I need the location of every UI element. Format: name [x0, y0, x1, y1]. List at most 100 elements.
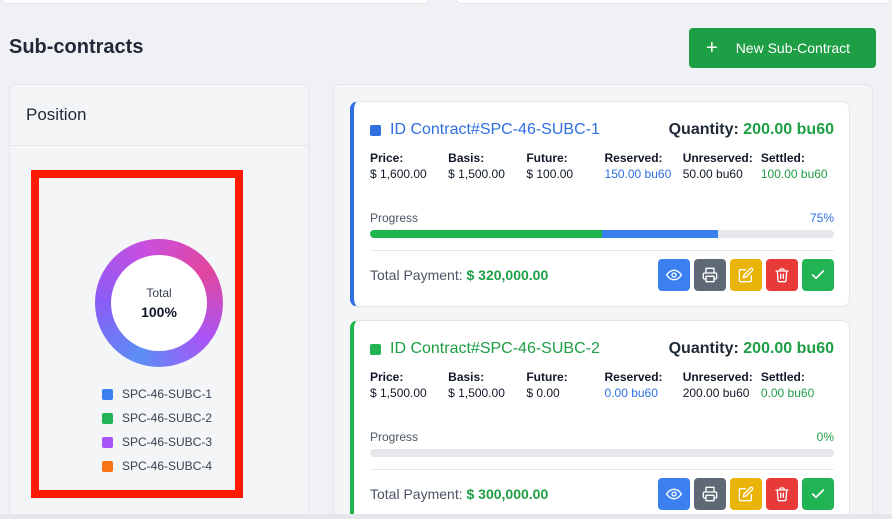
- field-label: Reserved:: [604, 370, 663, 384]
- approve-button[interactable]: [802, 259, 834, 291]
- progress-header: Progress 0%: [370, 430, 834, 444]
- check-icon: [811, 489, 825, 499]
- quantity-label: Quantity:: [668, 340, 739, 357]
- legend-label: SPC-46-SUBC-2: [122, 411, 213, 425]
- top-card-left: [0, 0, 430, 4]
- printer-icon: [702, 486, 718, 502]
- divider: [370, 250, 834, 251]
- field-unreserved: Unreserved: 50.00 bu60: [683, 150, 761, 182]
- field-reserved: Reserved: 0.00 bu60: [605, 369, 683, 401]
- field-value: 150.00 bu60: [604, 167, 672, 181]
- total-payment: Total Payment: $ 300,000.00: [370, 486, 548, 502]
- horizontal-scrollbar[interactable]: [0, 514, 892, 519]
- sub-contract-card: ID Contract#SPC-46-SUBC-1 Quantity: 200.…: [350, 101, 850, 307]
- print-button[interactable]: [694, 478, 726, 510]
- legend-swatch: [102, 388, 113, 400]
- field-future: Future: $ 0.00: [526, 369, 604, 401]
- new-sub-contract-button[interactable]: + New Sub-Contract: [689, 28, 876, 68]
- field-reserved: Reserved: 150.00 bu60: [605, 150, 683, 182]
- quantity: Quantity: 200.00 bu60: [669, 121, 834, 139]
- progress-header: Progress 75%: [370, 211, 834, 225]
- delete-button[interactable]: [766, 259, 798, 291]
- field-label: Unreserved:: [682, 151, 753, 165]
- top-card-right: [455, 0, 892, 4]
- field-value: $ 1,500.00: [448, 167, 505, 181]
- field-basis: Basis: $ 1,500.00: [448, 369, 526, 401]
- progress-bar: [370, 449, 834, 457]
- card-actions: [658, 259, 834, 291]
- progress-settled: [370, 230, 602, 238]
- edit-button[interactable]: [730, 259, 762, 291]
- trash-icon: [775, 268, 789, 283]
- progress-label: Progress: [370, 430, 419, 444]
- contract-fields: Price: $ 1,500.00 Basis: $ 1,500.00 Future…: [370, 369, 839, 401]
- field-value: 0.00 bu60: [604, 386, 658, 400]
- view-button[interactable]: [658, 259, 690, 291]
- donut-legend: SPC-46-SUBC-1 SPC-46-SUBC-2 SPC-46-SUBC-…: [102, 382, 212, 478]
- edit-icon: [738, 267, 754, 283]
- progress-reserved: [602, 230, 718, 238]
- legend-item[interactable]: SPC-46-SUBC-1: [102, 382, 212, 406]
- field-settled: Settled: 100.00 bu60: [761, 150, 839, 182]
- field-value: $ 100.00: [526, 167, 574, 181]
- payment-label: Total Payment:: [370, 486, 463, 502]
- status-dot: [370, 343, 381, 355]
- field-value: 100.00 bu60: [760, 167, 828, 181]
- field-label: Settled:: [760, 370, 805, 384]
- field-value: 0.00 bu60: [760, 386, 815, 400]
- field-value: 50.00 bu60: [682, 167, 743, 181]
- field-unreserved: Unreserved: 200.00 bu60: [683, 369, 761, 401]
- print-button[interactable]: [694, 259, 726, 291]
- field-price: Price: $ 1,600.00: [370, 150, 448, 182]
- legend-label: SPC-46-SUBC-1: [122, 387, 213, 401]
- quantity-label: Quantity:: [668, 121, 739, 138]
- field-basis: Basis: $ 1,500.00: [448, 150, 526, 182]
- view-button[interactable]: [658, 478, 690, 510]
- legend-label: SPC-46-SUBC-4: [122, 459, 213, 473]
- sub-contract-card: ID Contract#SPC-46-SUBC-2 Quantity: 200.…: [350, 320, 850, 519]
- status-dot: [370, 124, 381, 136]
- progress-bar: [370, 230, 834, 238]
- contract-id[interactable]: ID Contract#SPC-46-SUBC-1: [370, 121, 600, 139]
- field-label: Basis:: [448, 370, 485, 384]
- card-header: ID Contract#SPC-46-SUBC-2 Quantity: 200.…: [370, 340, 834, 358]
- legend-item[interactable]: SPC-46-SUBC-4: [102, 454, 212, 478]
- field-value: $ 1,500.00: [370, 386, 427, 400]
- total-payment: Total Payment: $ 320,000.00: [370, 267, 548, 283]
- edit-button[interactable]: [730, 478, 762, 510]
- field-label: Future:: [526, 151, 568, 165]
- legend-swatch: [102, 436, 113, 448]
- field-label: Price:: [370, 370, 404, 384]
- progress-percent: 0%: [816, 430, 834, 444]
- field-price: Price: $ 1,500.00: [370, 369, 448, 401]
- legend-item[interactable]: SPC-46-SUBC-3: [102, 430, 212, 454]
- page-title: Sub-contracts: [9, 36, 144, 58]
- field-label: Future:: [526, 370, 568, 384]
- legend-swatch: [102, 412, 113, 424]
- edit-icon: [738, 486, 754, 502]
- delete-button[interactable]: [766, 478, 798, 510]
- check-icon: [811, 270, 825, 280]
- divider: [370, 469, 834, 470]
- donut-center: Total 100%: [111, 255, 207, 351]
- field-future: Future: $ 100.00: [526, 150, 604, 182]
- payment-value: $ 320,000.00: [466, 267, 549, 283]
- approve-button[interactable]: [802, 478, 834, 510]
- field-label: Price:: [370, 151, 404, 165]
- field-value: $ 1,600.00: [370, 167, 427, 181]
- trash-icon: [775, 487, 789, 502]
- position-donut-chart: Total 100%: [95, 239, 223, 367]
- field-label: Unreserved:: [682, 370, 753, 384]
- quantity-value: 200.00 bu60: [743, 340, 834, 357]
- payment-label: Total Payment:: [370, 267, 463, 283]
- progress-label: Progress: [370, 211, 419, 225]
- field-value: 200.00 bu60: [682, 386, 750, 400]
- printer-icon: [702, 267, 718, 283]
- card-header: ID Contract#SPC-46-SUBC-1 Quantity: 200.…: [370, 121, 834, 139]
- progress-percent: 75%: [809, 211, 834, 225]
- contract-id-label: ID Contract#SPC-46-SUBC-1: [390, 121, 600, 138]
- field-label: Settled:: [760, 151, 805, 165]
- contract-id[interactable]: ID Contract#SPC-46-SUBC-2: [370, 340, 600, 358]
- legend-item[interactable]: SPC-46-SUBC-2: [102, 406, 212, 430]
- quantity-value: 200.00 bu60: [743, 121, 834, 138]
